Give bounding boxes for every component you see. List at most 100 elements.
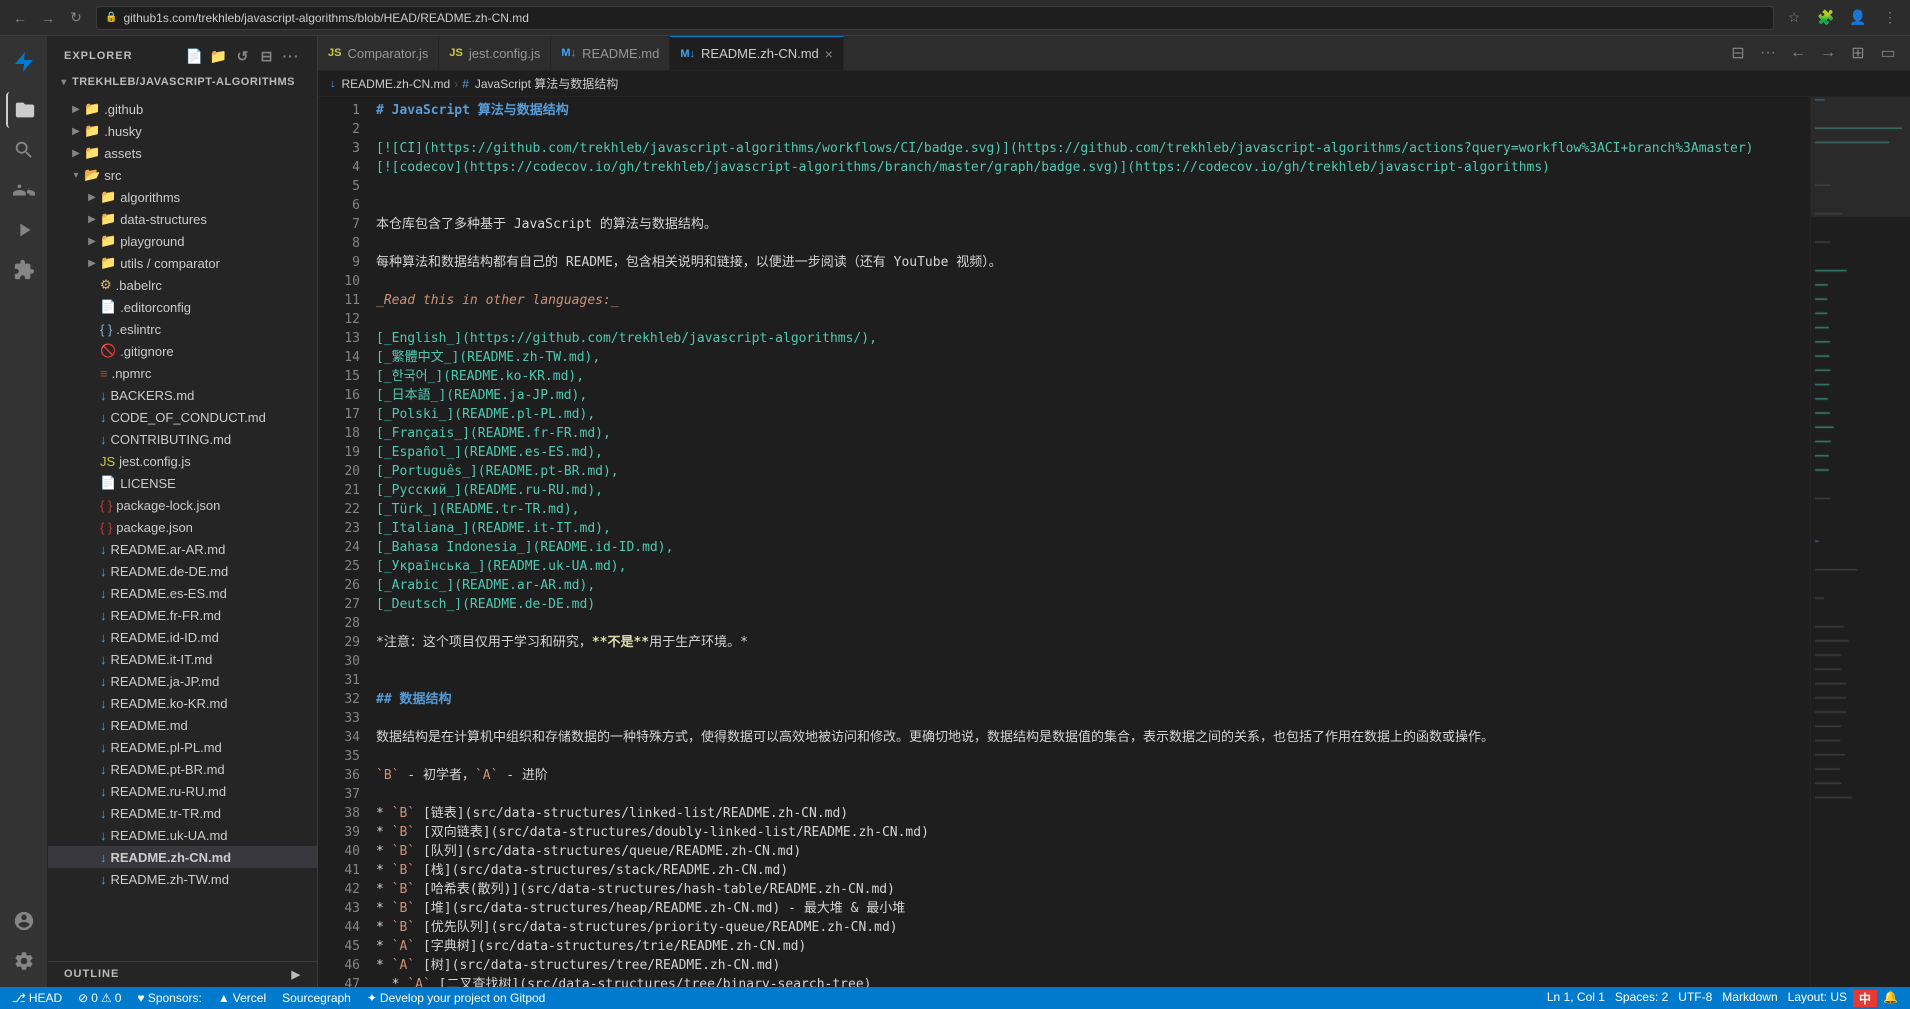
tree-item[interactable]: ▶ { } .eslintrc: [48, 318, 317, 340]
collapse-icon[interactable]: ⊟: [257, 46, 277, 66]
tree-item[interactable]: ▶ 📁 data-structures: [48, 208, 317, 230]
code-content[interactable]: # JavaScript 算法与数据结构[![CI](https://githu…: [368, 97, 1810, 987]
tree-item[interactable]: ▶ ↓ README.es-ES.md: [48, 582, 317, 604]
tree-item[interactable]: ▶ ↓ README.fr-FR.md: [48, 604, 317, 626]
more-actions-icon[interactable]: ···: [281, 46, 301, 66]
tree-item-label: README.ja-JP.md: [111, 674, 220, 689]
reload-button[interactable]: ↻: [64, 6, 88, 30]
tree-item[interactable]: ▶ ↓ CONTRIBUTING.md: [48, 428, 317, 450]
tree-item[interactable]: ▶ ↓ README.pt-BR.md: [48, 758, 317, 780]
tree-item[interactable]: ▶ ↓ README.ar-AR.md: [48, 538, 317, 560]
activity-extensions[interactable]: [6, 252, 42, 288]
layout-button[interactable]: ⊞: [1844, 39, 1872, 67]
tree-item[interactable]: ▶ ↓ README.tr-TR.md: [48, 802, 317, 824]
activity-search[interactable]: [6, 132, 42, 168]
tree-item[interactable]: ▶ ↓ README.pl-PL.md: [48, 736, 317, 758]
folder-icon: 📁: [100, 255, 116, 271]
activity-explorer[interactable]: [6, 92, 42, 128]
forward-nav-button[interactable]: →: [1814, 39, 1842, 67]
tree-item[interactable]: ▶ 📁 playground: [48, 230, 317, 252]
tree-item[interactable]: ▶ 📄 LICENSE: [48, 472, 317, 494]
root-chevron: ▾: [56, 77, 72, 88]
code-line: [368, 652, 1810, 671]
code-line: 数据结构是在计算机中组织和存储数据的一种特殊方式，使得数据可以高效地被访问和修改…: [368, 728, 1810, 747]
tab-comparator[interactable]: JS Comparator.js: [318, 36, 439, 70]
tree-root-folder[interactable]: ▾ TREKHLEB/JAVASCRIPT-ALGORITHMS: [48, 70, 317, 94]
tree-item[interactable]: ▶ ↓ README.ru-RU.md: [48, 780, 317, 802]
ime-status[interactable]: 中: [1853, 990, 1877, 1007]
sidebar-header: EXPLORER 📄 📁 ↺ ⊟ ···: [48, 36, 317, 70]
tree-item[interactable]: ▶ ↓ README.uk-UA.md: [48, 824, 317, 846]
breadcrumb-heading[interactable]: JavaScript 算法与数据结构: [475, 75, 618, 92]
back-button[interactable]: ←: [8, 6, 32, 30]
activity-accounts[interactable]: [6, 903, 42, 939]
tree-item[interactable]: ▶ 📁 .github: [48, 98, 317, 120]
code-line: [368, 614, 1810, 633]
tree-item[interactable]: ▶ ↓ CODE_OF_CONDUCT.md: [48, 406, 317, 428]
menu-button[interactable]: ⋮: [1878, 6, 1902, 30]
tree-item-label: README.es-ES.md: [111, 586, 227, 601]
tree-item[interactable]: ▶ ↓ README.ja-JP.md: [48, 670, 317, 692]
back-nav-button[interactable]: ←: [1784, 39, 1812, 67]
tree-item[interactable]: ▶ 📁 utils / comparator: [48, 252, 317, 274]
tree-item[interactable]: ▾ 📂 src: [48, 164, 317, 186]
code-line: `B` - 初学者，`A` - 进阶: [368, 766, 1810, 785]
errors-status[interactable]: ⊘ 0 ⚠ 0: [74, 987, 125, 1009]
gitpod-status[interactable]: ✦ Develop your project on Gitpod: [363, 987, 550, 1009]
file-icon: { }: [100, 322, 112, 337]
tree-item[interactable]: ▶ ↓ README.de-DE.md: [48, 560, 317, 582]
git-branch-status[interactable]: ⎇ HEAD: [8, 987, 66, 1009]
activity-debug[interactable]: [6, 212, 42, 248]
tree-item[interactable]: ▶ ↓ README.ko-KR.md: [48, 692, 317, 714]
tree-item[interactable]: ▶ { } package-lock.json: [48, 494, 317, 516]
tree-item[interactable]: ▶ ⚙ .babelrc: [48, 274, 317, 296]
breadcrumb-file[interactable]: README.zh-CN.md: [342, 77, 451, 91]
activity-scm[interactable]: [6, 172, 42, 208]
vercel-status[interactable]: ▲ Vercel: [214, 987, 270, 1009]
tab-readme-zh-cn[interactable]: M↓ README.zh-CN.md ×: [670, 36, 844, 70]
activity-settings[interactable]: [6, 943, 42, 979]
code-line: * `A` [二叉查找树](src/data-structures/tree/b…: [368, 975, 1810, 987]
tree-item[interactable]: ▶ ↓ README.it-IT.md: [48, 648, 317, 670]
tree-item[interactable]: ▶ ↓ README.md: [48, 714, 317, 736]
profile-button[interactable]: 👤: [1846, 6, 1870, 30]
eol-status[interactable]: Markdown: [1718, 990, 1781, 1004]
star-button[interactable]: ☆: [1782, 6, 1806, 30]
tree-item[interactable]: ▶ JS jest.config.js: [48, 450, 317, 472]
tab-readme[interactable]: M↓ README.md: [551, 36, 670, 70]
forward-button[interactable]: →: [36, 6, 60, 30]
tree-item[interactable]: ▶ 🚫 .gitignore: [48, 340, 317, 362]
split-editor-button[interactable]: ⊟: [1724, 39, 1752, 67]
sponsors-status[interactable]: ♥ Sponsors:: [133, 987, 206, 1009]
code-line: * `B` [队列](src/data-structures/queue/REA…: [368, 842, 1810, 861]
tree-item-label: .husky: [104, 124, 142, 139]
encoding-status[interactable]: UTF-8: [1674, 990, 1716, 1004]
outline-section[interactable]: OUTLINE ▶: [48, 961, 317, 987]
new-folder-icon[interactable]: 📁: [209, 46, 229, 66]
tree-item[interactable]: ▶ 📁 .husky: [48, 120, 317, 142]
refresh-icon[interactable]: ↺: [233, 46, 253, 66]
file-icon: ↓: [100, 388, 107, 403]
tree-item[interactable]: ▶ ↓ README.zh-TW.md: [48, 868, 317, 890]
tree-item[interactable]: ▶ ↓ README.id-ID.md: [48, 626, 317, 648]
tab-jest-config[interactable]: JS jest.config.js: [439, 36, 551, 70]
tree-item[interactable]: ▶ ≡ .npmrc: [48, 362, 317, 384]
tree-item[interactable]: ▶ { } package.json: [48, 516, 317, 538]
notification-status[interactable]: 🔔: [1879, 990, 1902, 1004]
address-bar[interactable]: 🔒 github1s.com/trekhleb/javascript-algor…: [96, 6, 1774, 30]
tab-close-icon[interactable]: ×: [825, 46, 833, 62]
position-status[interactable]: Ln 1, Col 1: [1543, 990, 1609, 1004]
language-status[interactable]: Layout: US: [1784, 990, 1851, 1004]
tree-item-label: playground: [120, 234, 184, 249]
more-actions-button[interactable]: ···: [1754, 39, 1782, 67]
spaces-status[interactable]: Spaces: 2: [1611, 990, 1672, 1004]
sourcegraph-status[interactable]: Sourcegraph: [278, 987, 355, 1009]
tree-item[interactable]: ▶ 📁 assets: [48, 142, 317, 164]
tree-item-active[interactable]: ▶ ↓ README.zh-CN.md: [48, 846, 317, 868]
extensions-button[interactable]: 🧩: [1814, 6, 1838, 30]
tree-item[interactable]: ▶ 📁 algorithms: [48, 186, 317, 208]
tree-item[interactable]: ▶ ↓ BACKERS.md: [48, 384, 317, 406]
new-file-icon[interactable]: 📄: [185, 46, 205, 66]
tree-item[interactable]: ▶ 📄 .editorconfig: [48, 296, 317, 318]
panel-button[interactable]: ▭: [1874, 39, 1902, 67]
